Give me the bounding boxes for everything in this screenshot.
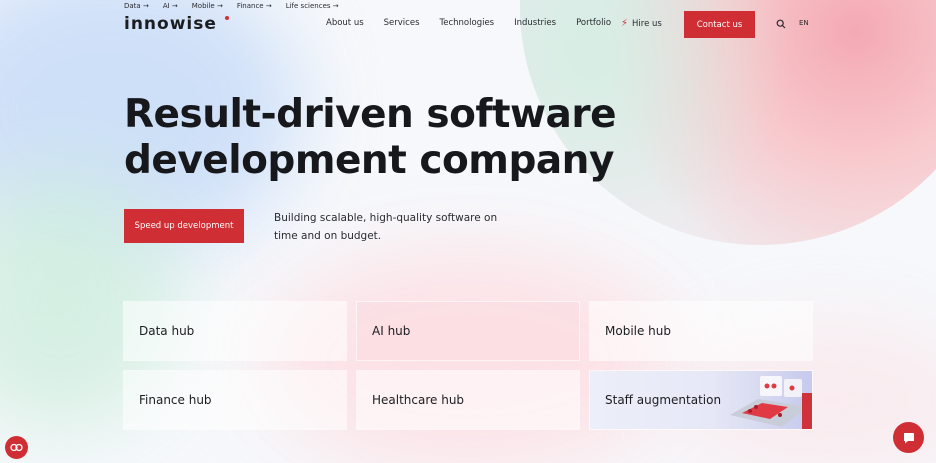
- top-link-life-sciences[interactable]: Life sciences →: [286, 2, 339, 10]
- logo-dot: [225, 16, 229, 20]
- card-label: Healthcare hub: [372, 393, 465, 407]
- contact-us-button[interactable]: Contact us: [684, 11, 755, 38]
- main-nav: About us Services Technologies Industrie…: [326, 18, 631, 28]
- hero-subtitle: Building scalable, high-quality software…: [274, 212, 498, 242]
- logo[interactable]: innowise: [124, 14, 217, 34]
- chat-button[interactable]: [893, 422, 924, 453]
- card-label: AI hub: [372, 324, 411, 338]
- cookie-icon: [10, 443, 23, 452]
- top-link-finance[interactable]: Finance →: [237, 2, 272, 10]
- lightning-icon: ⚡: [621, 18, 629, 29]
- language-selector[interactable]: EN: [799, 19, 809, 27]
- nav-services[interactable]: Services: [384, 18, 420, 28]
- card-label: Finance hub: [139, 393, 212, 407]
- hero-title: Result-driven software development compa…: [124, 92, 617, 184]
- top-links: Data → AI → Mobile → Finance → Life scie…: [124, 2, 339, 10]
- card-label: Data hub: [139, 324, 195, 338]
- hire-us-link[interactable]: ⚡ Hire us: [621, 18, 662, 29]
- card-label: Mobile hub: [605, 324, 672, 338]
- card-data-hub[interactable]: Data hub: [124, 302, 346, 360]
- cookie-settings-button[interactable]: [5, 436, 28, 459]
- hire-us-label: Hire us: [632, 18, 662, 29]
- staff-illustration: [730, 376, 812, 429]
- hero-title-line-1: Result-driven software: [124, 92, 617, 137]
- card-finance-hub[interactable]: Finance hub: [124, 371, 346, 429]
- nav-about-us[interactable]: About us: [326, 18, 364, 28]
- search-icon[interactable]: [776, 19, 786, 29]
- nav-portfolio[interactable]: Portfolio: [576, 18, 611, 28]
- card-mobile-hub[interactable]: Mobile hub: [590, 302, 812, 360]
- card-ai-hub[interactable]: AI hub: [357, 302, 579, 360]
- chat-icon: [903, 432, 914, 443]
- card-staff-augmentation[interactable]: Staff augmentation: [590, 371, 812, 429]
- top-link-mobile[interactable]: Mobile →: [192, 2, 223, 10]
- nav-industries[interactable]: Industries: [514, 18, 556, 28]
- top-link-data[interactable]: Data →: [124, 2, 149, 10]
- top-link-ai[interactable]: AI →: [163, 2, 178, 10]
- hero-title-line-2: development company: [124, 138, 614, 183]
- card-label: Staff augmentation: [605, 393, 722, 407]
- speed-up-development-button[interactable]: Speed up development: [124, 209, 244, 243]
- nav-technologies[interactable]: Technologies: [440, 18, 495, 28]
- card-healthcare-hub[interactable]: Healthcare hub: [357, 371, 579, 429]
